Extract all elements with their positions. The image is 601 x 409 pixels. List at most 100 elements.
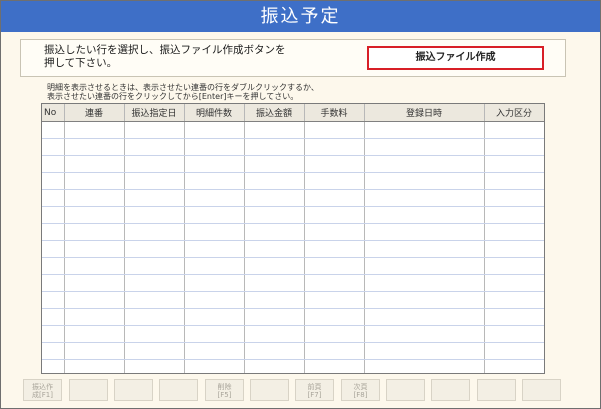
table-cell <box>364 240 485 258</box>
table-cell <box>304 138 365 156</box>
function-key-button-4[interactable] <box>159 379 198 401</box>
function-key-button-5[interactable]: 削除 [F5] <box>205 379 244 401</box>
table-cell <box>304 359 365 373</box>
table-cell <box>124 240 185 258</box>
table-cell <box>484 138 544 156</box>
table-row[interactable] <box>42 274 544 292</box>
table-cell <box>244 325 305 343</box>
table-cell <box>184 291 245 309</box>
function-key-button-6[interactable] <box>250 379 289 401</box>
table-row[interactable] <box>42 206 544 224</box>
table-cell <box>244 257 305 275</box>
table-cell <box>304 342 365 360</box>
column-header-serial[interactable]: 連番 <box>64 104 125 122</box>
table-row[interactable] <box>42 257 544 275</box>
table-cell <box>42 257 65 275</box>
table-cell <box>364 189 485 207</box>
instruction-text: 振込したい行を選択し、振込ファイル作成ボタンを 押して下さい。 <box>44 44 286 69</box>
function-key-button-7[interactable]: 前頁 [F7] <box>295 379 334 401</box>
column-header-detail-count[interactable]: 明細件数 <box>184 104 245 122</box>
table-cell <box>64 308 125 326</box>
table-cell <box>364 172 485 190</box>
table-row[interactable] <box>42 291 544 309</box>
function-key-button-3[interactable] <box>114 379 153 401</box>
column-header-fee[interactable]: 手数料 <box>304 104 365 122</box>
table-cell <box>484 325 544 343</box>
table-cell <box>124 189 185 207</box>
column-header-transfer-amount[interactable]: 振込金額 <box>244 104 305 122</box>
table-cell <box>304 325 365 343</box>
table-cell <box>64 325 125 343</box>
table-cell <box>64 189 125 207</box>
table-cell <box>42 121 65 139</box>
function-key-button-12[interactable] <box>522 379 561 401</box>
table-cell <box>484 172 544 190</box>
table-row[interactable] <box>42 223 544 241</box>
column-header-transfer-date[interactable]: 振込指定日 <box>124 104 185 122</box>
table-cell <box>484 240 544 258</box>
table-cell <box>364 257 485 275</box>
function-key-button-2[interactable] <box>69 379 108 401</box>
table-cell <box>124 325 185 343</box>
column-header-no[interactable]: No <box>42 104 65 122</box>
table-row[interactable] <box>42 138 544 156</box>
table-cell <box>364 223 485 241</box>
table-cell <box>484 274 544 292</box>
table-cell <box>364 359 485 373</box>
table-cell <box>244 121 305 139</box>
table-row[interactable] <box>42 189 544 207</box>
function-key-button-10[interactable] <box>431 379 470 401</box>
table-cell <box>124 155 185 173</box>
table-cell <box>244 240 305 258</box>
function-key-button-9[interactable] <box>386 379 425 401</box>
table-cell <box>124 257 185 275</box>
transfer-schedule-table[interactable]: No 連番 振込指定日 明細件数 振込金額 手数料 登録日時 入力区分 <box>41 103 545 374</box>
table-row[interactable] <box>42 240 544 258</box>
table-cell <box>484 121 544 139</box>
table-cell <box>64 274 125 292</box>
table-cell <box>484 206 544 224</box>
table-cell <box>124 223 185 241</box>
table-cell <box>484 189 544 207</box>
table-cell <box>124 308 185 326</box>
table-cell <box>244 342 305 360</box>
table-row[interactable] <box>42 359 544 373</box>
table-cell <box>184 325 245 343</box>
table-cell <box>42 206 65 224</box>
table-cell <box>64 138 125 156</box>
table-cell <box>364 325 485 343</box>
create-transfer-file-button[interactable]: 振込ファイル作成 <box>367 46 544 70</box>
function-key-button-1[interactable]: 振込作 成[F1] <box>23 379 62 401</box>
table-cell <box>364 138 485 156</box>
table-row[interactable] <box>42 155 544 173</box>
table-row[interactable] <box>42 172 544 190</box>
function-key-button-11[interactable] <box>477 379 516 401</box>
column-header-input-type[interactable]: 入力区分 <box>484 104 544 122</box>
table-row[interactable] <box>42 308 544 326</box>
table-cell <box>42 240 65 258</box>
table-cell <box>244 291 305 309</box>
table-cell <box>304 189 365 207</box>
table-cell <box>124 291 185 309</box>
table-row[interactable] <box>42 325 544 343</box>
table-row[interactable] <box>42 342 544 360</box>
hint-text: 明細を表示させるときは、表示させたい連番の行をダブルクリックするか、 表示させた… <box>47 83 319 101</box>
function-key-bar: 振込作 成[F1] 削除 [F5] 前頁 [F7] 次頁 [F8] <box>23 379 583 403</box>
table-cell <box>244 206 305 224</box>
table-cell <box>184 308 245 326</box>
table-cell <box>244 274 305 292</box>
table-cell <box>64 172 125 190</box>
table-cell <box>42 359 65 373</box>
function-key-button-8[interactable]: 次頁 [F8] <box>341 379 380 401</box>
table-cell <box>484 291 544 309</box>
table-cell <box>304 274 365 292</box>
table-cell <box>184 223 245 241</box>
window-title: 振込予定 <box>1 1 600 32</box>
column-header-registered-at[interactable]: 登録日時 <box>364 104 485 122</box>
table-cell <box>42 189 65 207</box>
table-header-row: No 連番 振込指定日 明細件数 振込金額 手数料 登録日時 入力区分 <box>42 104 544 122</box>
table-cell <box>304 223 365 241</box>
table-cell <box>484 155 544 173</box>
table-row[interactable] <box>42 121 544 139</box>
table-cell <box>304 240 365 258</box>
